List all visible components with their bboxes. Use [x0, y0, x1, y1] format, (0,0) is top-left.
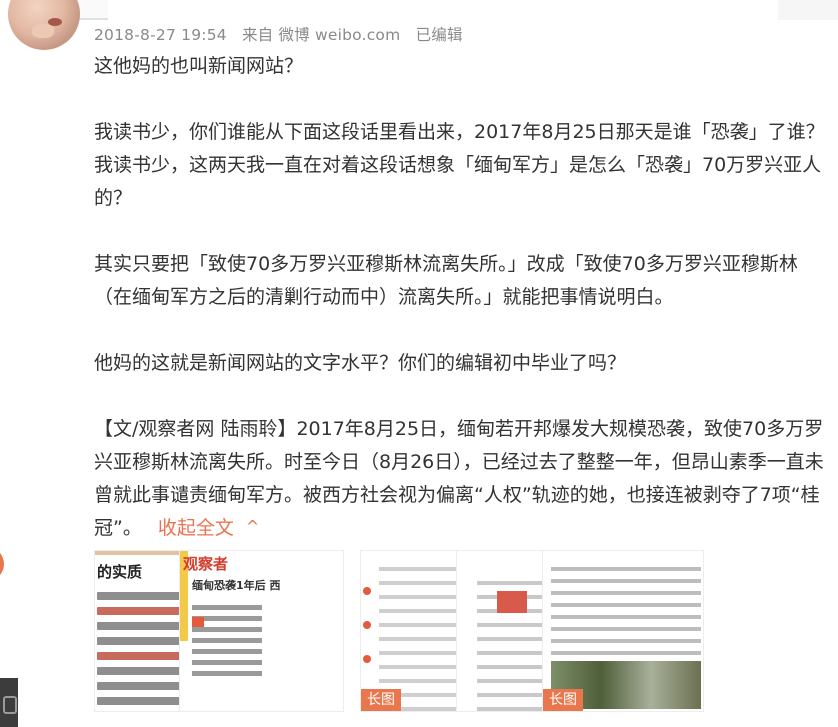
chevron-up-icon: ^ [245, 517, 260, 536]
top-tab-fragment [78, 0, 108, 20]
collapse-label: 收起全文 [157, 517, 234, 539]
post-paragraph: 其实只要把「致使70多万罗兴亚穆斯林流离失所。」改成「致使70多万罗兴亚穆斯林（… [94, 253, 798, 308]
thumb-2[interactable]: 观察者 缅甸恐袭1年后 西 [179, 550, 344, 712]
avatar-mouth [48, 18, 62, 26]
thumb-5[interactable]: 长图 [542, 550, 704, 712]
long-image-badge: 长图 [543, 689, 583, 711]
post-paragraph: 这他妈的也叫新闻网站？ [94, 55, 304, 77]
image-gallery: 的实质 观察者 缅甸恐袭1年后 西 长图 长图 [94, 550, 774, 712]
side-orange-button[interactable] [0, 547, 4, 581]
avatar-hand [32, 24, 54, 38]
thumb-text-lines [97, 585, 185, 711]
thumb-brand: 观察者 [183, 555, 229, 573]
post-meta: 2018-8-27 19:54 来自 微博 weibo.com 已编辑 [94, 23, 473, 45]
play-icon [3, 696, 17, 714]
thumb-heading: 的实质 [97, 563, 143, 581]
post-edited[interactable]: 已编辑 [416, 26, 463, 44]
post-paragraph: 他妈的这就是新闻网站的文字水平？你们的编辑初中毕业了吗？ [94, 352, 627, 374]
collapse-button[interactable]: 收起全文 ^ [158, 517, 259, 539]
thumb-photo [497, 591, 527, 613]
thumb-side-markers [363, 561, 373, 697]
post-paragraph: 我读书少，你们谁能从下面这段话里看出来，2017年8月25日那天是谁「恐袭」了谁… [94, 121, 825, 209]
top-right-fragment [778, 0, 838, 20]
avatar[interactable] [8, 0, 80, 50]
post-content: 这他妈的也叫新闻网站？ 我读书少，你们谁能从下面这段话里看出来，2017年8月2… [94, 50, 834, 545]
thumb-title: 缅甸恐袭1年后 西 [192, 579, 281, 592]
post-source[interactable]: 来自 微博 weibo.com [242, 26, 400, 44]
side-video-control[interactable] [0, 678, 18, 727]
post-time[interactable]: 2018-8-27 19:54 [94, 26, 227, 44]
long-image-badge: 长图 [361, 689, 401, 711]
thumb-text-lines [192, 599, 262, 682]
post-paragraph: 【文/观察者网 陆雨聆】2017年8月25日，缅甸若开邦爆发大规模恐袭，致使70… [94, 413, 834, 545]
thumb-badge [192, 617, 204, 627]
